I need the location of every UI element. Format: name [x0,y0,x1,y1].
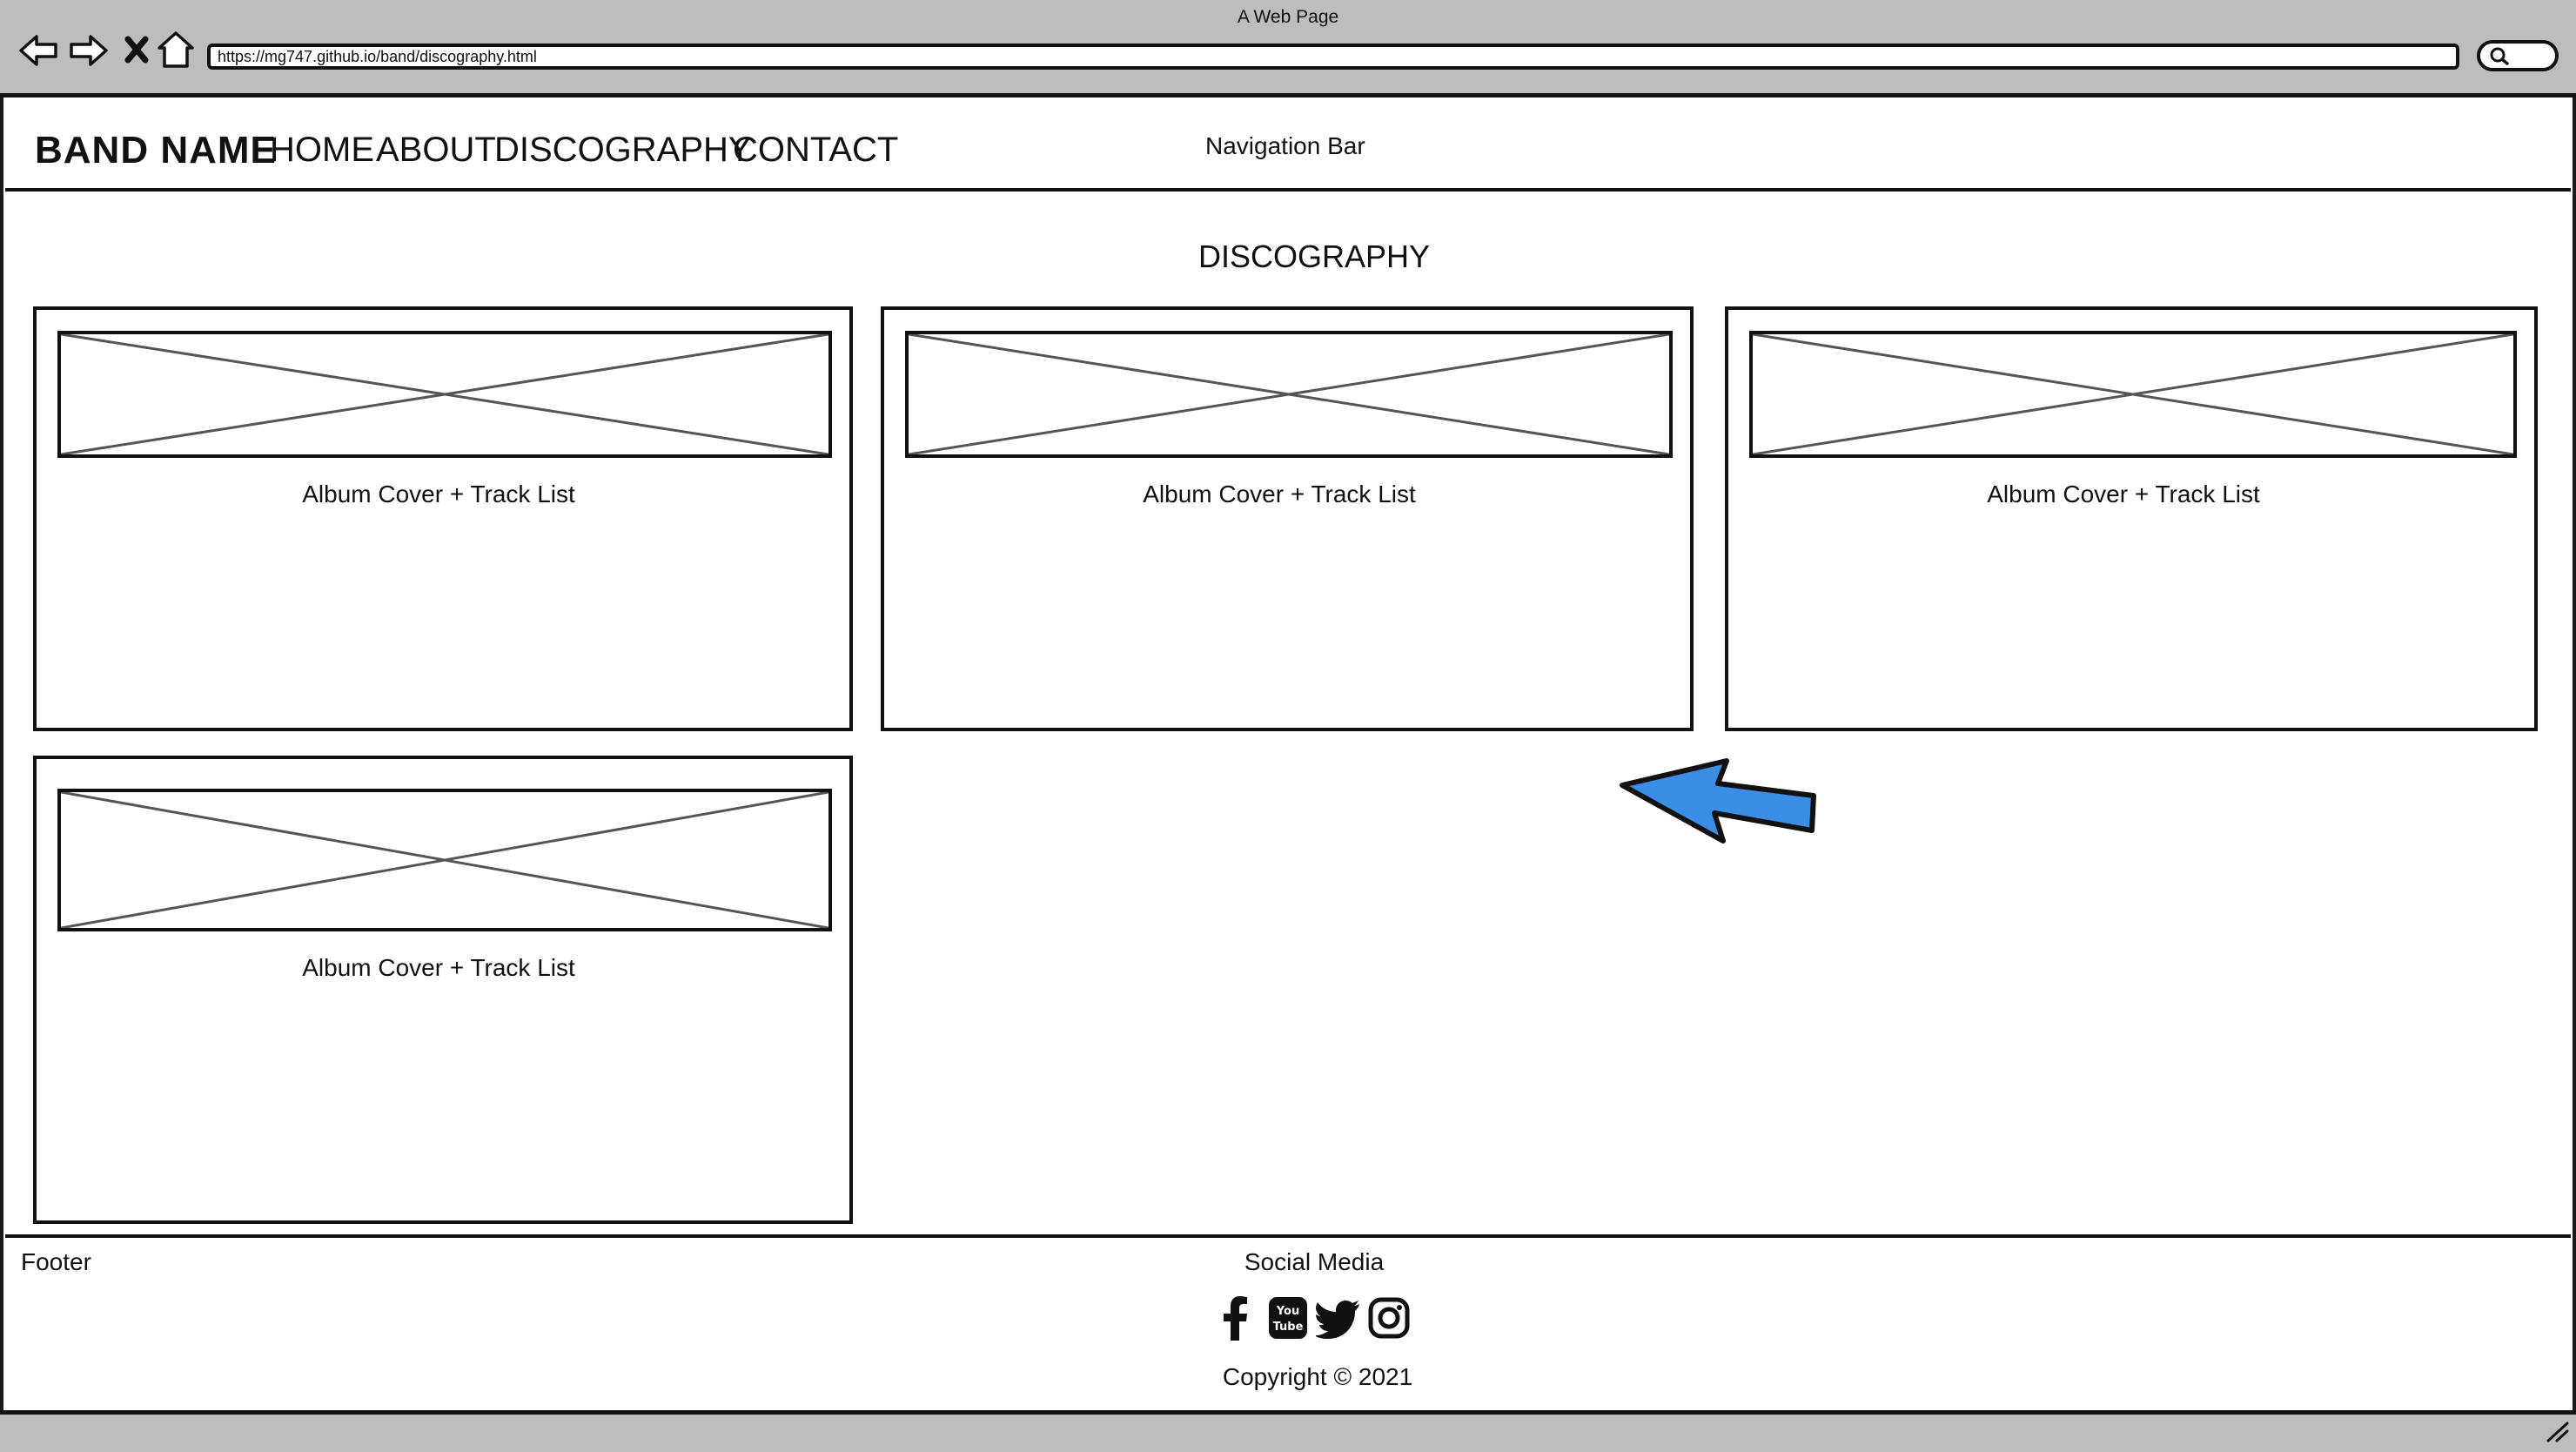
back-arrow-icon [19,35,57,66]
album-card: Album Cover + Track List [881,306,1694,731]
nav-link-discography[interactable]: DISCOGRAPHY [494,131,752,170]
pointer-arrow-icon [1617,757,1819,844]
album-card: Album Cover + Track List [33,756,853,1224]
album-cover-placeholder [57,331,832,458]
status-bar [0,1410,2576,1452]
copyright-text: Copyright © 2021 [1222,1363,1413,1390]
svg-text:Tube: Tube [1273,1321,1304,1334]
search-icon [2490,47,2509,65]
album-card: Album Cover + Track List [33,306,853,731]
forward-arrow-icon [70,35,108,66]
image-placeholder-icon [61,334,828,454]
page-title: DISCOGRAPHY [1197,239,1431,274]
close-icon [124,36,149,64]
twitter-icon[interactable] [1314,1295,1361,1341]
album-cover-placeholder [57,789,832,931]
album-cover-placeholder [1749,331,2517,458]
image-placeholder-icon [1753,334,2513,454]
facebook-icon[interactable] [1213,1295,1258,1341]
home-button[interactable] [155,30,197,70]
forward-button[interactable] [68,31,110,70]
stop-button[interactable] [122,33,151,66]
nav-link-about[interactable]: ABOUT [376,131,496,170]
address-bar[interactable]: https://mg747.github.io/band/discography… [207,44,2459,70]
resize-grip-icon [2546,1422,2569,1442]
band-name-logo[interactable]: BAND NAME [35,129,277,172]
album-card-label: Album Cover + Track List [302,481,575,508]
home-icon [158,31,194,68]
image-placeholder-icon [61,792,828,928]
back-button[interactable] [17,31,59,70]
search-field[interactable] [2477,40,2559,71]
navigation-bar-annotation: Navigation Bar [1205,132,1365,159]
image-placeholder-icon [909,334,1669,454]
album-card-label: Album Cover + Track List [1143,481,1416,508]
album-card-label: Album Cover + Track List [1987,481,2260,508]
window-title: A Web Page [1237,7,1339,27]
svg-text:You: You [1276,1305,1299,1318]
instagram-icon[interactable] [1366,1295,1412,1341]
youtube-icon[interactable]: You Tube [1267,1295,1312,1341]
album-cover-placeholder [905,331,1673,458]
album-card: Album Cover + Track List [1725,306,2538,731]
nav-link-home[interactable]: HOME [270,131,374,170]
album-card-label: Album Cover + Track List [302,954,575,981]
nav-link-contact[interactable]: CONTACT [733,131,898,170]
social-media-heading: Social Media [1244,1248,1385,1275]
